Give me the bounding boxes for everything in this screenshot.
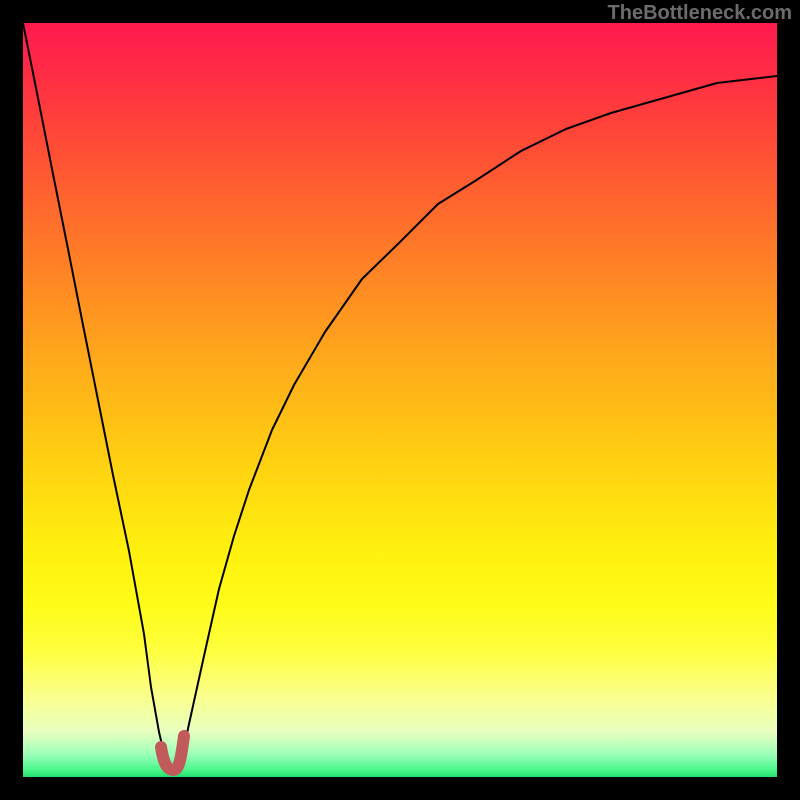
watermark-text: TheBottleneck.com xyxy=(608,2,792,25)
bottleneck-curve xyxy=(23,23,777,769)
curve-layer xyxy=(23,23,777,777)
chart-frame: TheBottleneck.com xyxy=(0,0,800,800)
optimal-marker xyxy=(161,736,184,770)
plot-area xyxy=(23,23,777,777)
